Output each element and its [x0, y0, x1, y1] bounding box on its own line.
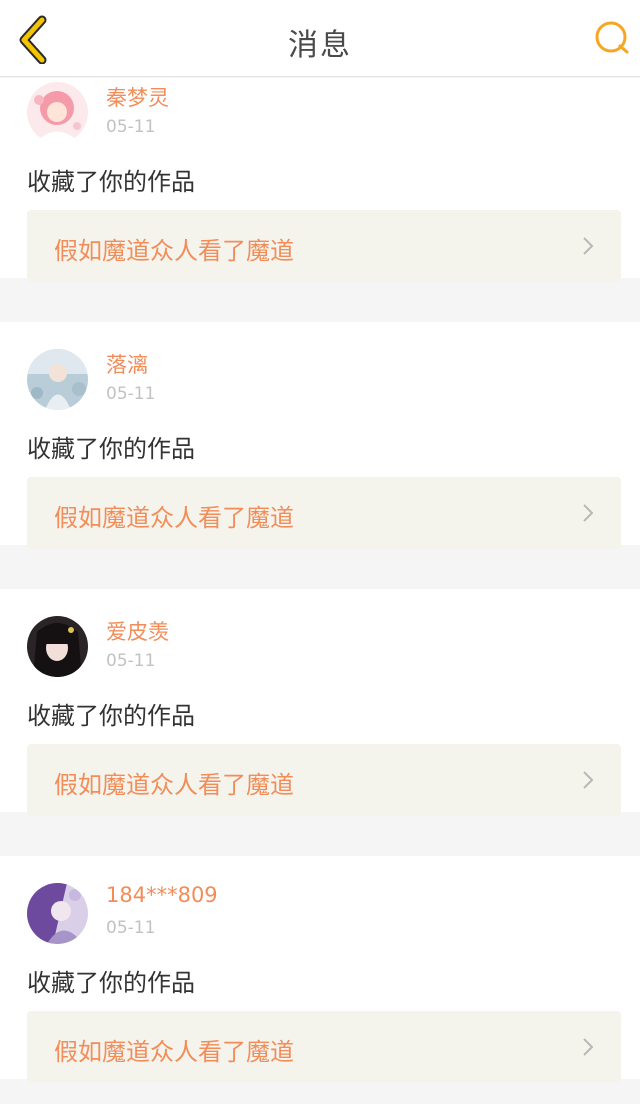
- action-text: 收藏了你的作品: [27, 435, 195, 463]
- work-link[interactable]: 假如魔道众人看了魔道: [27, 210, 621, 282]
- message-date: 05-11: [106, 384, 156, 404]
- user-name[interactable]: 落漓: [106, 349, 148, 379]
- work-title: 假如魔道众人看了魔道: [54, 504, 294, 532]
- action-text: 收藏了你的作品: [27, 702, 195, 730]
- message-date: 05-11: [106, 651, 156, 671]
- top-nav-bar: 消息: [0, 0, 640, 77]
- avatar[interactable]: [27, 82, 88, 143]
- message-card: 184***809 05-11 收藏了你的作品 假如魔道众人看了魔道: [0, 856, 640, 1083]
- work-link[interactable]: 假如魔道众人看了魔道: [27, 1011, 621, 1083]
- work-link[interactable]: 假如魔道众人看了魔道: [27, 477, 621, 549]
- action-text: 收藏了你的作品: [27, 168, 195, 196]
- search-button[interactable]: [592, 18, 632, 58]
- chevron-right-icon: [583, 1038, 594, 1056]
- message-date: 05-11: [106, 918, 156, 938]
- chevron-right-icon: [583, 771, 594, 789]
- message-list[interactable]: 秦梦灵 05-11 收藏了你的作品 假如魔道众人看了魔道 落漓 05-11 收藏…: [0, 78, 640, 1104]
- message-card: 爱皮羡 05-11 收藏了你的作品 假如魔道众人看了魔道: [0, 589, 640, 816]
- work-title: 假如魔道众人看了魔道: [54, 1038, 294, 1066]
- avatar[interactable]: [27, 883, 88, 944]
- action-text: 收藏了你的作品: [27, 969, 195, 997]
- work-title: 假如魔道众人看了魔道: [54, 237, 294, 265]
- avatar[interactable]: [27, 616, 88, 677]
- user-name[interactable]: 秦梦灵: [106, 82, 169, 112]
- page-title: 消息: [288, 28, 352, 63]
- user-name[interactable]: 184***809: [106, 883, 218, 907]
- user-name[interactable]: 爱皮羡: [106, 616, 169, 646]
- work-title: 假如魔道众人看了魔道: [54, 771, 294, 799]
- work-link[interactable]: 假如魔道众人看了魔道: [27, 744, 621, 816]
- message-date: 05-11: [106, 117, 156, 137]
- message-card: 落漓 05-11 收藏了你的作品 假如魔道众人看了魔道: [0, 322, 640, 549]
- avatar[interactable]: [27, 349, 88, 410]
- chevron-right-icon: [583, 504, 594, 522]
- message-card: 秦梦灵 05-11 收藏了你的作品 假如魔道众人看了魔道: [0, 78, 640, 282]
- chevron-right-icon: [583, 237, 594, 255]
- search-icon: [595, 21, 629, 54]
